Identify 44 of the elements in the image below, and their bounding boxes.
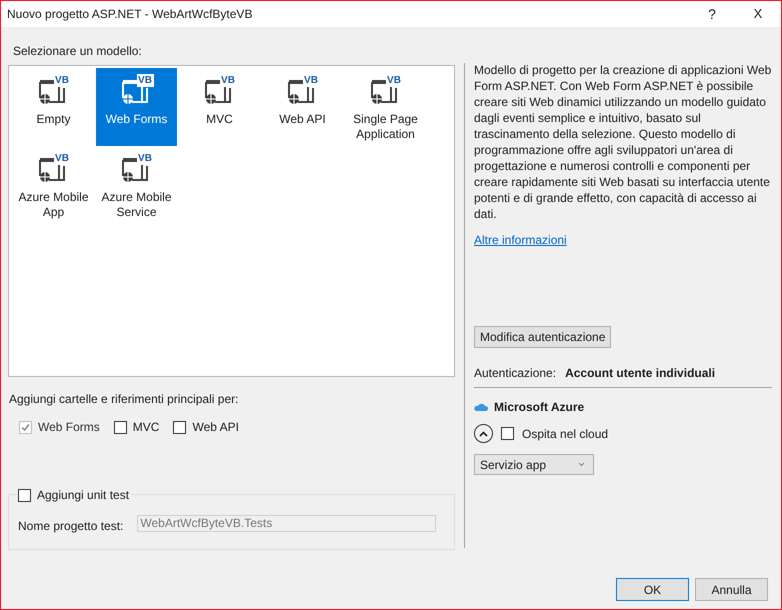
template-item[interactable]: VB Web Forms xyxy=(96,68,177,146)
section-label: Aggiungi cartelle e riferimenti principali per: xyxy=(9,391,240,408)
chevron-up-icon xyxy=(479,430,488,436)
template-description: Modello di progetto per la creazione di applicazioni Web Form ASP.NET. Con Web Form ASP.NET è possibile creare siti Web dinamici utilizzando un modello guidato dagli eventi semplice e intuitivo, basato sul trascinamento della selezione. Questo modello di programmazione offre agli sviluppatori un'area di progettazione e numerosi controlli e componenti per creare rapidamente siti Web basati su interfaccia utente potenti e di grande effetto, con capacità di accesso ai dati. xyxy=(474,62,772,222)
checkbox-label: Web Forms xyxy=(38,419,100,436)
template-item[interactable]: VB Azure Mobile Service xyxy=(96,146,177,224)
checkbox-label: Aggiungi unit test xyxy=(37,487,130,504)
vb-badge: VB xyxy=(54,74,70,87)
vb-badge: VB xyxy=(302,74,320,87)
chevron-down-icon xyxy=(578,462,585,467)
test-name-field[interactable]: WebArtWcfByteVB.Tests xyxy=(137,515,436,532)
dialog-button[interactable]: OK xyxy=(616,578,689,601)
field-label: Nome progetto test: xyxy=(18,518,124,535)
template-item[interactable]: VB Azure Mobile App xyxy=(13,146,94,224)
azure-title: Microsoft Azure xyxy=(494,399,584,416)
checkmark-icon xyxy=(21,422,30,432)
vb-badge: VB xyxy=(54,152,70,165)
checkbox[interactable] xyxy=(173,420,186,434)
change-auth-button[interactable]: Modifica autenticazione xyxy=(474,326,612,348)
cloud-icon xyxy=(474,402,488,412)
help-button[interactable]: ? xyxy=(689,4,735,24)
checkbox-label: Web API xyxy=(192,419,239,436)
checkbox[interactable] xyxy=(501,427,514,440)
auth-label: Autenticazione: xyxy=(474,365,556,382)
template-item[interactable]: VB Single Page Application xyxy=(345,68,426,146)
vb-badge: VB xyxy=(220,74,236,87)
more-info-link[interactable]: Altre informazioni xyxy=(474,231,567,249)
template-item[interactable]: VB Empty xyxy=(13,68,94,146)
window-title: Nuovo progetto ASP.NET - WebArtWcfByteVB xyxy=(7,6,254,23)
vb-badge: VB xyxy=(136,152,154,165)
template-item[interactable]: VB Web API xyxy=(262,68,343,146)
vb-badge: VB xyxy=(136,74,154,87)
auth-value: Account utente individuali xyxy=(565,365,716,382)
service-dropdown[interactable]: Servizio app xyxy=(474,454,594,475)
section-label: Selezionare un modello: xyxy=(13,43,143,60)
dialog-button[interactable]: Annulla xyxy=(695,578,768,601)
close-button[interactable]: X xyxy=(735,4,781,24)
collapse-button[interactable] xyxy=(474,424,493,443)
checkbox-label: Ospita nel cloud xyxy=(522,426,608,442)
checkbox[interactable] xyxy=(114,420,127,434)
vb-badge: VB xyxy=(386,74,402,87)
checkbox-label: MVC xyxy=(132,419,160,436)
template-item[interactable]: VB MVC xyxy=(179,68,260,146)
checkbox[interactable] xyxy=(18,488,31,502)
